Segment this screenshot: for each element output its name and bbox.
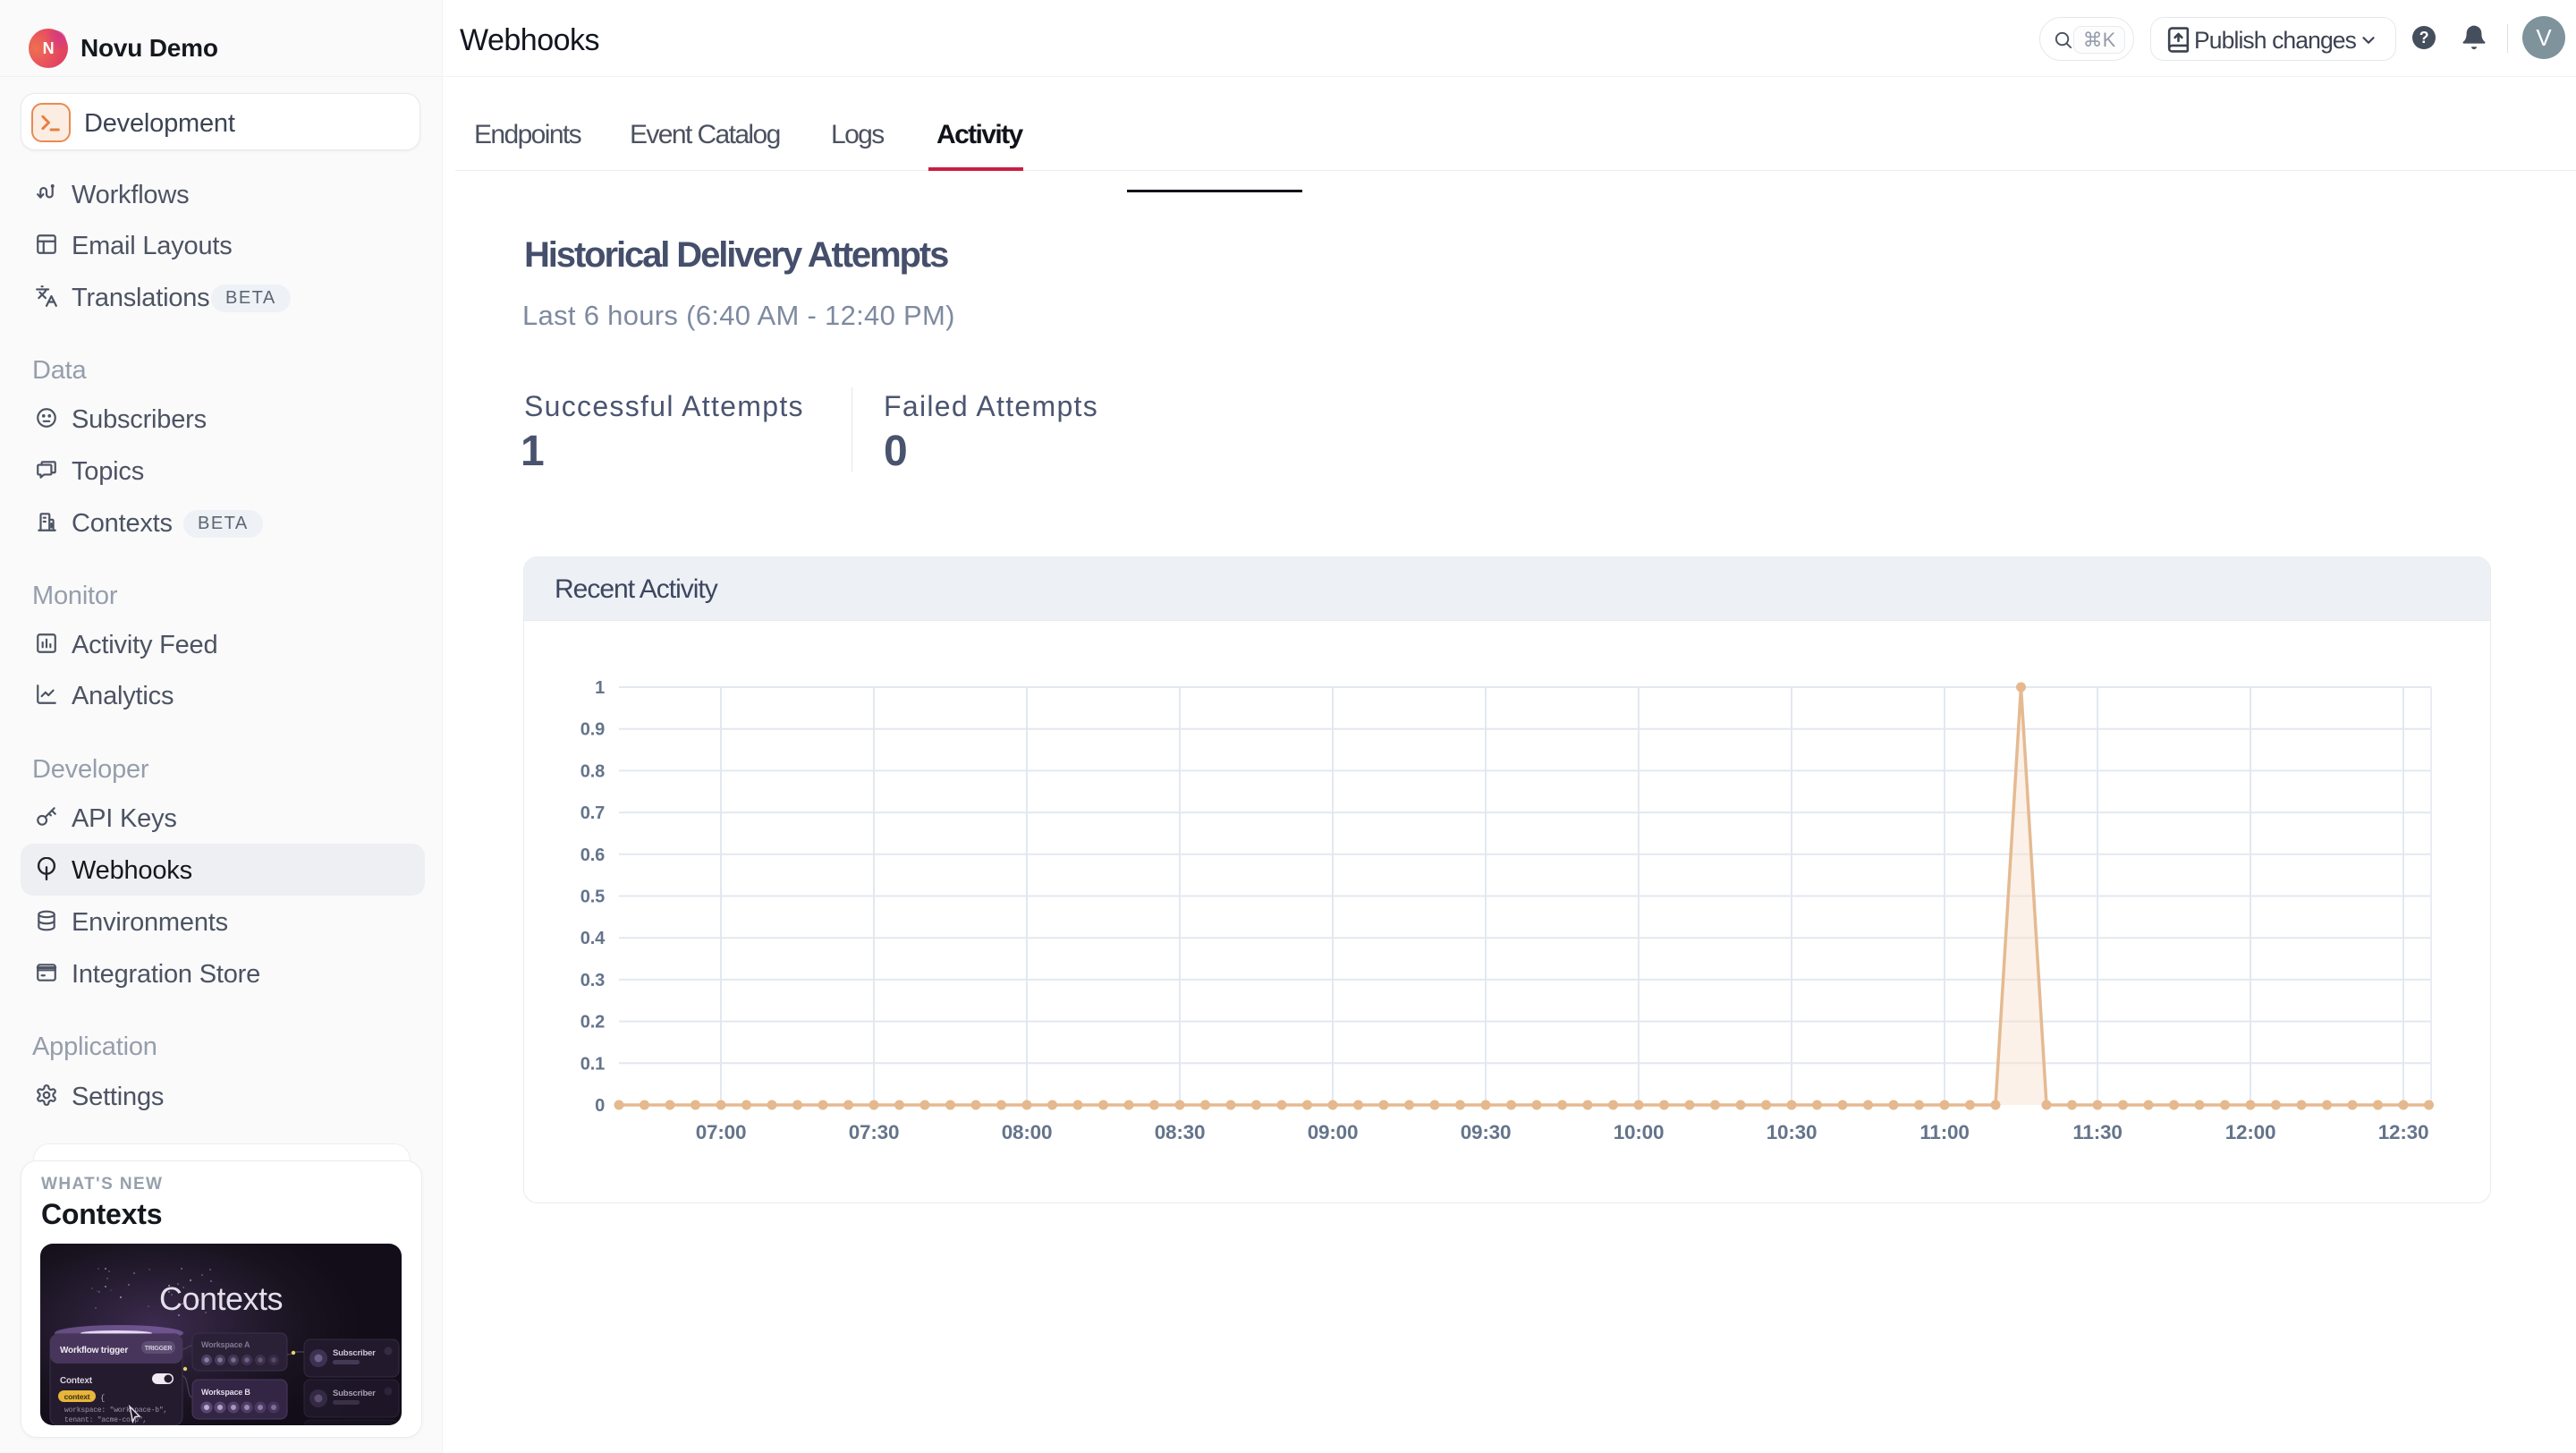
svg-text:Subscriber: Subscriber	[333, 1389, 376, 1398]
svg-text:Workflow trigger: Workflow trigger	[60, 1346, 128, 1355]
svg-text:Workspace A: Workspace A	[201, 1340, 250, 1349]
svg-text:TRIGGER: TRIGGER	[145, 1346, 173, 1352]
svg-text:Contexts: Contexts	[159, 1280, 283, 1317]
svg-text:workspace: "workspace-b",: workspace: "workspace-b",	[64, 1406, 167, 1415]
svg-text:{: {	[100, 1394, 105, 1403]
svg-text:context: context	[64, 1392, 90, 1401]
svg-text:Subscriber: Subscriber	[333, 1348, 376, 1358]
svg-text:Context: Context	[60, 1376, 93, 1386]
svg-text:Workspace B: Workspace B	[201, 1388, 250, 1397]
